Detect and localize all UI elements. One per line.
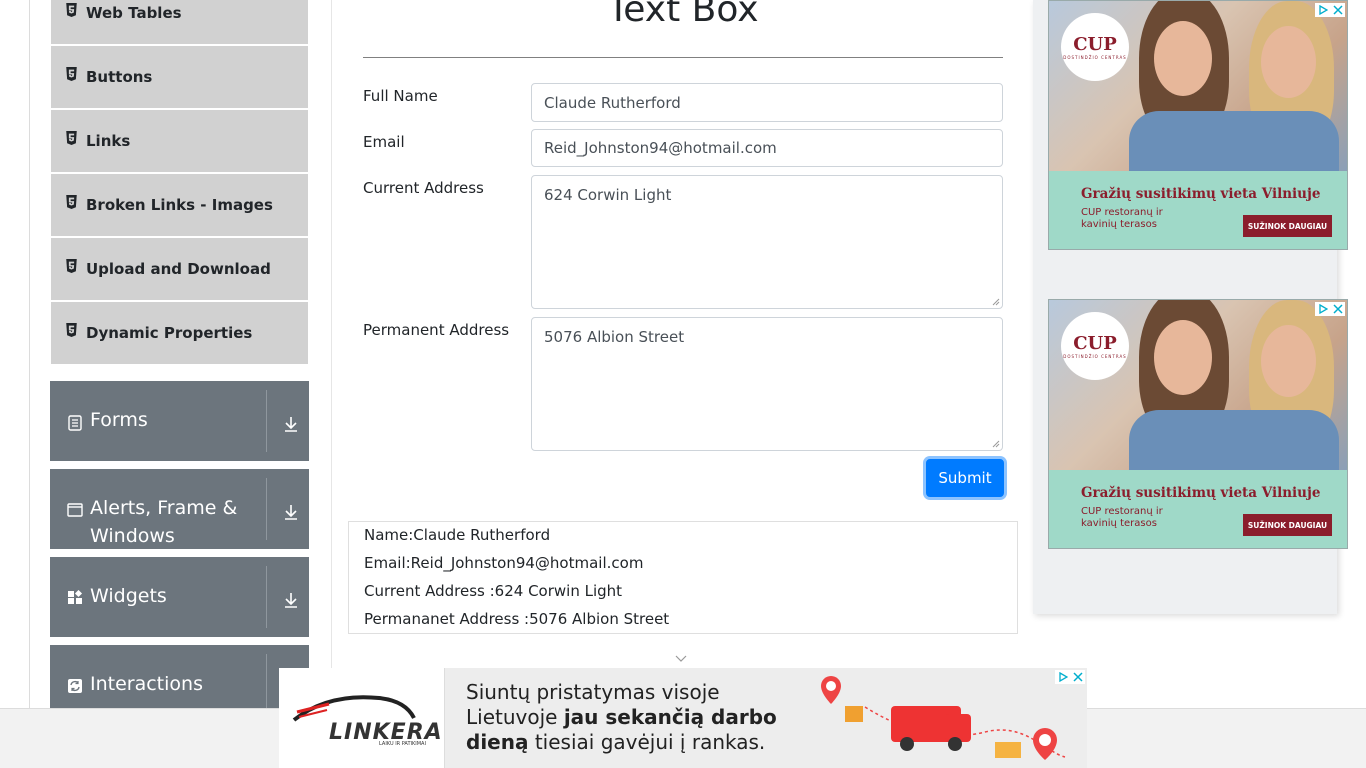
html5-icon: [66, 259, 77, 273]
page-title: Text Box: [607, 0, 759, 30]
banner-content: Siuntų pristatymas visoje Lietuvoje jau …: [445, 668, 1087, 768]
permanent-address-textarea[interactable]: 5076 Albion Street: [531, 317, 1003, 451]
sidebar-item-label: Broken Links - Images: [86, 196, 273, 214]
close-icon[interactable]: [1332, 304, 1343, 314]
ad-cta-button[interactable]: SUŽINOK DAUGIAU: [1243, 514, 1332, 536]
widgets-icon: [68, 590, 83, 604]
current-address-label: Current Address: [363, 179, 484, 197]
html5-icon: [66, 3, 77, 17]
email-value: Reid_Johnston94@hotmail.com: [544, 139, 777, 157]
current-address-value: 624 Corwin Light: [544, 186, 672, 204]
bottom-banner-ad[interactable]: LINKERA LAIKU IR PATIKIMAI Siuntų prista…: [279, 668, 1087, 768]
delivery-map-illustration: [821, 676, 1066, 760]
sidebar-item-broken-links[interactable]: Broken Links - Images: [51, 174, 308, 236]
submit-button[interactable]: Submit: [926, 459, 1004, 497]
current-address-textarea[interactable]: 624 Corwin Light: [531, 175, 1003, 309]
divider: [266, 566, 267, 628]
group-label: Widgets: [90, 585, 167, 607]
divider: [266, 478, 267, 540]
ad-close[interactable]: [1315, 3, 1345, 17]
adchoices-icon[interactable]: [1318, 304, 1328, 314]
sidebar-item-label: Dynamic Properties: [86, 324, 253, 342]
html5-icon: [66, 323, 77, 337]
output-panel: Name:Claude Rutherford Email:Reid_Johnst…: [348, 521, 1018, 634]
permanent-address-label: Permanent Address: [363, 321, 510, 339]
sidebar-item-label: Buttons: [86, 68, 153, 86]
page: Web Tables Buttons Links Broken Links - …: [0, 0, 1366, 768]
sidebar-item-label: Web Tables: [86, 4, 182, 22]
full-name-value: Claude Rutherford: [544, 93, 681, 112]
close-icon[interactable]: [1072, 672, 1083, 682]
ad-logo: CUP DOSTINDŽIO CENTRAS: [1061, 312, 1129, 380]
output-permanent-address: Permananet Address :5076 Albion Street: [364, 610, 670, 628]
sidebar-item-label: Upload and Download: [86, 260, 271, 278]
group-label-line2: Windows: [90, 525, 175, 547]
email-label: Email: [363, 133, 405, 151]
group-label: Forms: [90, 409, 148, 431]
ad-headline: Gražių susitikimų vieta Vilniuje: [1081, 485, 1321, 501]
group-label-line1: Alerts, Frame &: [90, 497, 238, 519]
banner-text: Siuntų pristatymas visoje Lietuvoje jau …: [466, 680, 777, 754]
banner-close[interactable]: [1055, 670, 1085, 684]
sidebar-group-forms[interactable]: Forms: [50, 381, 309, 461]
ad-close[interactable]: [1315, 302, 1345, 316]
sidebar-item-buttons[interactable]: Buttons: [51, 46, 308, 108]
side-ad-top[interactable]: CUP DOSTINDŽIO CENTRAS Gražių susitikimų…: [1048, 0, 1348, 250]
divider: [266, 654, 267, 716]
download-arrow-icon[interactable]: [282, 503, 300, 521]
adchoices-icon[interactable]: [1058, 672, 1068, 682]
resize-handle-icon[interactable]: [992, 440, 1000, 448]
sidebar-group-alerts[interactable]: Alerts, Frame & Windows: [50, 469, 309, 549]
output-current-address: Current Address :624 Corwin Light: [364, 582, 623, 600]
html5-icon: [66, 67, 77, 81]
ad-cta-button[interactable]: SUŽINOK DAUGIAU: [1243, 215, 1332, 237]
chevron-down-icon[interactable]: [674, 653, 688, 663]
sidebar-group-interactions[interactable]: Interactions: [50, 645, 309, 716]
download-arrow-icon[interactable]: [282, 591, 300, 609]
banner-logo: LINKERA LAIKU IR PATIKIMAI: [279, 668, 445, 768]
output-name: Name:Claude Rutherford: [364, 526, 551, 544]
full-name-label: Full Name: [363, 87, 438, 105]
full-name-input[interactable]: Claude Rutherford: [531, 83, 1003, 122]
group-label: Interactions: [90, 673, 203, 695]
output-email: Email:Reid_Johnston94@hotmail.com: [364, 554, 644, 572]
close-icon[interactable]: [1332, 5, 1343, 15]
sidebar-item-upload-download[interactable]: Upload and Download: [51, 238, 308, 300]
ad-logo: CUP DOSTINDŽIO CENTRAS: [1061, 13, 1129, 81]
interactions-icon: [68, 679, 82, 693]
title-divider: [363, 57, 1003, 58]
divider: [266, 390, 267, 452]
sidebar-item-web-tables[interactable]: Web Tables: [51, 0, 308, 44]
adchoices-icon[interactable]: [1318, 5, 1328, 15]
sidebar-item-links[interactable]: Links: [51, 110, 308, 172]
sidebar-border: [29, 0, 30, 708]
sidebar-group-widgets[interactable]: Widgets: [50, 557, 309, 637]
email-input[interactable]: Reid_Johnston94@hotmail.com: [531, 129, 1003, 167]
ad-subtext: CUP restoranų ir kavinių terasos: [1081, 506, 1163, 529]
download-arrow-icon[interactable]: [282, 415, 300, 433]
permanent-address-value: 5076 Albion Street: [544, 328, 685, 346]
ad-subtext: CUP restoranų ir kavinių terasos: [1081, 207, 1163, 230]
resize-handle-icon[interactable]: [992, 298, 1000, 306]
window-icon: [67, 503, 83, 517]
sidebar-item-dynamic-properties[interactable]: Dynamic Properties: [51, 302, 308, 364]
html5-icon: [66, 131, 77, 145]
ad-headline: Gražių susitikimų vieta Vilniuje: [1081, 186, 1321, 202]
sidebar-item-label: Links: [86, 132, 131, 150]
html5-icon: [66, 195, 77, 209]
content-divider: [331, 0, 332, 708]
side-ad-bottom[interactable]: CUP DOSTINDŽIO CENTRAS Gražių susitikimų…: [1048, 299, 1348, 549]
form-icon: [68, 415, 82, 431]
